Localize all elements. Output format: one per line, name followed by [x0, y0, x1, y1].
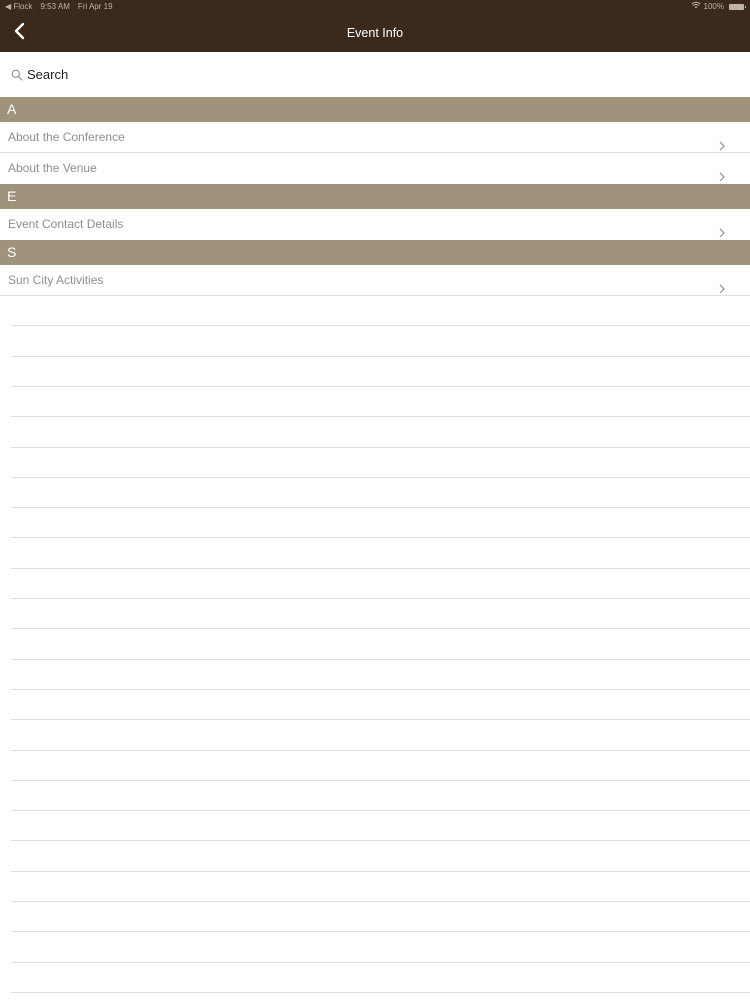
empty-row-separator [11, 931, 750, 932]
section-header-e: E [0, 184, 750, 209]
search-icon [11, 69, 23, 81]
chevron-right-icon [719, 275, 725, 294]
empty-row-separator [11, 962, 750, 963]
event-info-list: A About the Conference About the Venue E… [0, 97, 750, 296]
list-item-label: Event Contact Details [8, 217, 124, 231]
empty-row-separator [11, 992, 750, 993]
search-input[interactable] [27, 67, 627, 82]
empty-row-separator [11, 901, 750, 902]
empty-row-separator [11, 416, 750, 417]
list-item-about-conference[interactable]: About the Conference [0, 122, 750, 153]
chevron-right-icon [719, 163, 725, 182]
status-bar: ◀ Flock 9:53 AM Fri Apr 19 100% [0, 0, 750, 14]
empty-row-separator [11, 628, 750, 629]
status-left: ◀ Flock 9:53 AM Fri Apr 19 [5, 0, 113, 14]
section-header-a: A [0, 97, 750, 122]
empty-row-separator [11, 780, 750, 781]
empty-list-area [0, 295, 750, 1000]
empty-row-separator [11, 598, 750, 599]
empty-row-separator [11, 568, 750, 569]
list-item-label: About the Conference [8, 130, 125, 144]
empty-row-separator [11, 295, 750, 296]
empty-row-separator [11, 447, 750, 448]
status-time: 9:53 AM [40, 2, 70, 11]
chevron-right-icon [719, 219, 725, 238]
empty-row-separator [11, 659, 750, 660]
app-root: ◀ Flock 9:53 AM Fri Apr 19 100% Event In… [0, 0, 750, 1000]
status-date: Fri Apr 19 [77, 2, 113, 11]
chevron-right-icon [719, 132, 725, 151]
empty-row-separator [11, 356, 750, 357]
empty-row-separator [11, 719, 750, 720]
empty-row-separator [11, 810, 750, 811]
navigation-bar: Event Info [0, 14, 750, 52]
empty-row-separator [11, 477, 750, 478]
status-carrier: ◀ Flock [5, 2, 33, 11]
empty-row-separator [11, 537, 750, 538]
list-item-event-contact-details[interactable]: Event Contact Details [0, 209, 750, 240]
empty-row-separator [11, 386, 750, 387]
list-item-label: Sun City Activities [8, 273, 104, 287]
empty-row-separator [11, 750, 750, 751]
empty-row-separator [11, 689, 750, 690]
status-right: 100% [690, 0, 746, 14]
battery-percent: 100% [703, 2, 724, 11]
list-item-sun-city-activities[interactable]: Sun City Activities [0, 265, 750, 296]
list-item-about-venue[interactable]: About the Venue [0, 153, 750, 184]
search-bar [0, 52, 750, 97]
list-item-label: About the Venue [8, 161, 97, 175]
empty-row-separator [11, 507, 750, 508]
page-title: Event Info [346, 26, 404, 40]
section-header-s: S [0, 240, 750, 265]
empty-row-separator [11, 840, 750, 841]
battery-icon [729, 4, 746, 10]
empty-row-separator [11, 871, 750, 872]
wifi-icon [690, 0, 701, 14]
empty-row-separator [11, 325, 750, 326]
